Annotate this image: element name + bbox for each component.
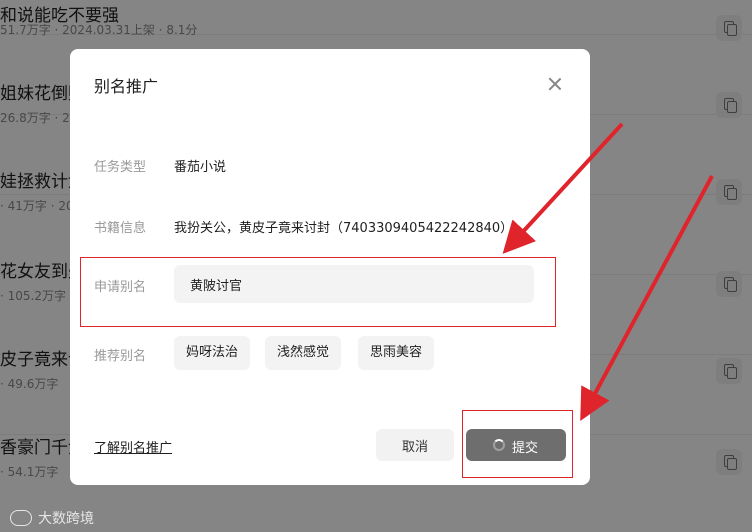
book-info-label: 书籍信息 xyxy=(94,221,147,236)
watermark-text: 大数跨境 xyxy=(38,511,94,527)
book-info-value: 我扮关公，黄皮子竟来讨封（7403309405422242840） xyxy=(174,221,514,236)
alias-chip[interactable]: 思雨美容 xyxy=(358,336,435,370)
watermark-logo-icon xyxy=(10,510,32,526)
annotation-box-alias xyxy=(80,257,556,327)
recommend-alias-label: 推荐别名 xyxy=(94,349,147,364)
dialog-title: 别名推广 xyxy=(94,77,159,96)
alias-chip[interactable]: 浅然感觉 xyxy=(265,336,342,370)
task-type-label: 任务类型 xyxy=(94,160,147,175)
learn-alias-promotion-link[interactable]: 了解别名推广 xyxy=(94,437,172,456)
close-icon[interactable] xyxy=(546,75,564,93)
dialog-header: 别名推广 xyxy=(70,49,590,119)
cancel-button[interactable]: 取消 xyxy=(376,429,454,461)
annotation-box-submit xyxy=(462,410,573,478)
alias-chip[interactable]: 妈呀法治 xyxy=(174,336,251,370)
task-type-value: 番茄小说 xyxy=(174,160,227,175)
